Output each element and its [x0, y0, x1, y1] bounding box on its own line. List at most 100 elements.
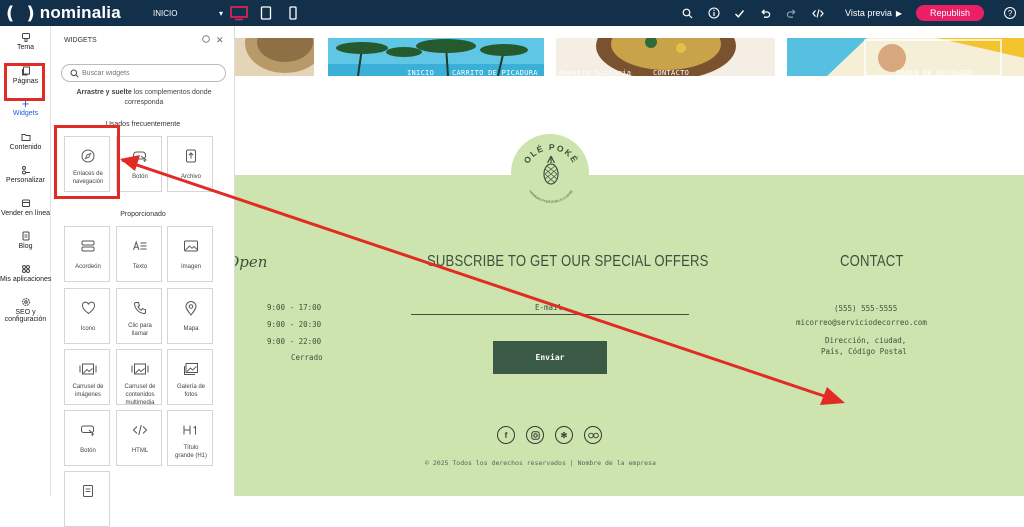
- tripadvisor-icon[interactable]: [584, 426, 602, 444]
- search-icon: [70, 69, 79, 78]
- instagram-icon[interactable]: [526, 426, 544, 444]
- hint-rest: los complementos donde corresponda: [124, 89, 212, 106]
- preview-button[interactable]: Vista previa ▶: [845, 8, 902, 18]
- widget-galeria-fotos[interactable]: Galería de fotos: [167, 349, 213, 405]
- redo-icon: [787, 8, 797, 18]
- panel-title: WIDGETS: [64, 36, 97, 44]
- tile-label: Archivo: [180, 174, 201, 180]
- nominalia-logo[interactable]: ( ) nominalia: [0, 0, 150, 26]
- footer-copyright: © 2025 Todos los derechos reservados | N…: [425, 459, 656, 467]
- tile-label: Acordeón: [75, 264, 101, 270]
- logo-bottom-text: HAWAIIAN POKÉ BOWLS CUISINE: [528, 189, 574, 204]
- widget-boton[interactable]: Botón: [116, 136, 162, 192]
- widget-acordeon[interactable]: Acordeón: [64, 226, 110, 282]
- code-icon: [812, 8, 824, 18]
- nav-mis-aplicaciones[interactable]: Mis aplicaciones: [0, 264, 51, 283]
- redo-button[interactable]: [779, 0, 805, 26]
- widget-carrusel-imagenes[interactable]: Carrusel de imágenes: [64, 349, 110, 405]
- nav-blog-label: Blog: [18, 243, 33, 250]
- tile-label: Galería de: [176, 384, 206, 390]
- widget-icono[interactable]: Icono: [64, 288, 110, 344]
- image-icon: [168, 239, 214, 253]
- send-button[interactable]: Enviar: [493, 341, 607, 374]
- mobile-view-button[interactable]: [282, 3, 304, 23]
- widget-carrusel-multimedia[interactable]: Carrusel de contenidos multimedia: [116, 349, 163, 406]
- tile-label-2: fotos: [184, 392, 198, 398]
- site-nav-contacto[interactable]: CONTACTO: [653, 69, 689, 77]
- brush-icon: [0, 32, 51, 44]
- undo-button[interactable]: [753, 0, 779, 26]
- tile-label: Título: [183, 445, 199, 451]
- nav-widgets-label: Widgets: [12, 110, 39, 117]
- site-nav-orden[interactable]: ORDEN DE RECOGIDA: [896, 69, 973, 77]
- contact-address-1: Dirección, ciudad,: [825, 336, 907, 345]
- tile-label: Imagen: [180, 264, 201, 270]
- facebook-icon[interactable]: f: [497, 426, 515, 444]
- nav-tema[interactable]: Tema: [0, 32, 51, 51]
- site-nav-carrito[interactable]: CARRITO DE PICADURA: [452, 69, 538, 77]
- widgets-highlight-box: [4, 63, 45, 101]
- info-button[interactable]: [701, 0, 727, 26]
- tile-label: Carrusel de: [124, 384, 156, 390]
- nav-vender[interactable]: Vender en línea: [0, 198, 51, 217]
- tile-label-2: grande (H1): [174, 453, 207, 459]
- checkmark-button[interactable]: [727, 0, 753, 26]
- widget-search[interactable]: [61, 64, 226, 82]
- widget-boton-2[interactable]: Botón: [64, 410, 110, 466]
- pineapple-icon: [543, 155, 559, 185]
- tile-label: Botón: [80, 448, 96, 454]
- map-pin-icon: [168, 301, 214, 316]
- mobile-icon: [289, 6, 297, 20]
- drag-hint: Arrastre y suelte los complementos donde…: [65, 88, 223, 108]
- search-input[interactable]: [82, 69, 212, 77]
- panel-header: WIDGETS ✕: [51, 26, 235, 54]
- logo-text: nominalia: [39, 3, 121, 22]
- tablet-icon: [260, 6, 272, 20]
- tablet-view-button[interactable]: [255, 3, 277, 23]
- phone-icon: [117, 301, 163, 315]
- nav-seo-label-2: configuración: [4, 316, 47, 323]
- gallery-icon: [168, 362, 214, 376]
- search-icon: [683, 8, 693, 18]
- tile-label: HTML: [131, 448, 149, 454]
- tile-label: Botón: [132, 174, 148, 180]
- site-nav-historia[interactable]: Nuestra historia: [559, 69, 631, 77]
- widget-titulo-h1[interactable]: Título grande (H1): [167, 410, 213, 466]
- yelp-icon[interactable]: ✻: [555, 426, 573, 444]
- desktop-icon: [230, 6, 248, 21]
- help-circle-icon[interactable]: [202, 35, 210, 45]
- folder-icon: [0, 132, 51, 144]
- email-underline: [411, 314, 689, 315]
- nav-personalizar[interactable]: Personalizar: [0, 165, 51, 184]
- tile-label: Clic para: [128, 323, 152, 329]
- section-provided-title: Proporcionado: [120, 211, 166, 218]
- widget-archivo[interactable]: Archivo: [167, 136, 213, 192]
- widget-clic-llamar[interactable]: Clic para llamar: [116, 288, 162, 344]
- search-button[interactable]: [675, 0, 701, 26]
- email-input[interactable]: E-mail: [535, 303, 562, 312]
- media-carousel-icon: [117, 362, 163, 376]
- contact-phone: (555) 555-5555: [834, 304, 898, 313]
- nav-contenido[interactable]: Contenido: [0, 132, 51, 151]
- page-selector[interactable]: INICIO ▾: [153, 0, 223, 26]
- nav-mis-aplicaciones-label: Mis aplicaciones: [0, 276, 52, 283]
- widget-texto[interactable]: Texto: [116, 226, 162, 282]
- desktop-view-button[interactable]: [228, 3, 250, 23]
- code-view-button[interactable]: [805, 0, 831, 26]
- widget-html[interactable]: HTML: [116, 410, 162, 466]
- check-icon: [735, 9, 745, 18]
- help-button[interactable]: ?: [1004, 7, 1016, 19]
- file-upload-icon: [168, 149, 214, 163]
- site-nav-inicio[interactable]: INICIO: [407, 69, 434, 77]
- nav-blog[interactable]: Blog: [0, 231, 51, 250]
- republish-button[interactable]: Republish: [916, 5, 984, 21]
- page-selector-value: INICIO: [153, 8, 178, 18]
- widget-partial[interactable]: [64, 471, 110, 527]
- nav-seo[interactable]: SEO y configuración: [0, 297, 51, 323]
- close-icon[interactable]: ✕: [216, 35, 224, 46]
- click-button-icon: [65, 423, 111, 437]
- widget-mapa[interactable]: Mapa: [167, 288, 213, 344]
- hint-bold: Arrastre y suelte: [76, 89, 132, 96]
- hours-row: Cerrado: [291, 353, 323, 362]
- widget-imagen[interactable]: Imagen: [167, 226, 213, 282]
